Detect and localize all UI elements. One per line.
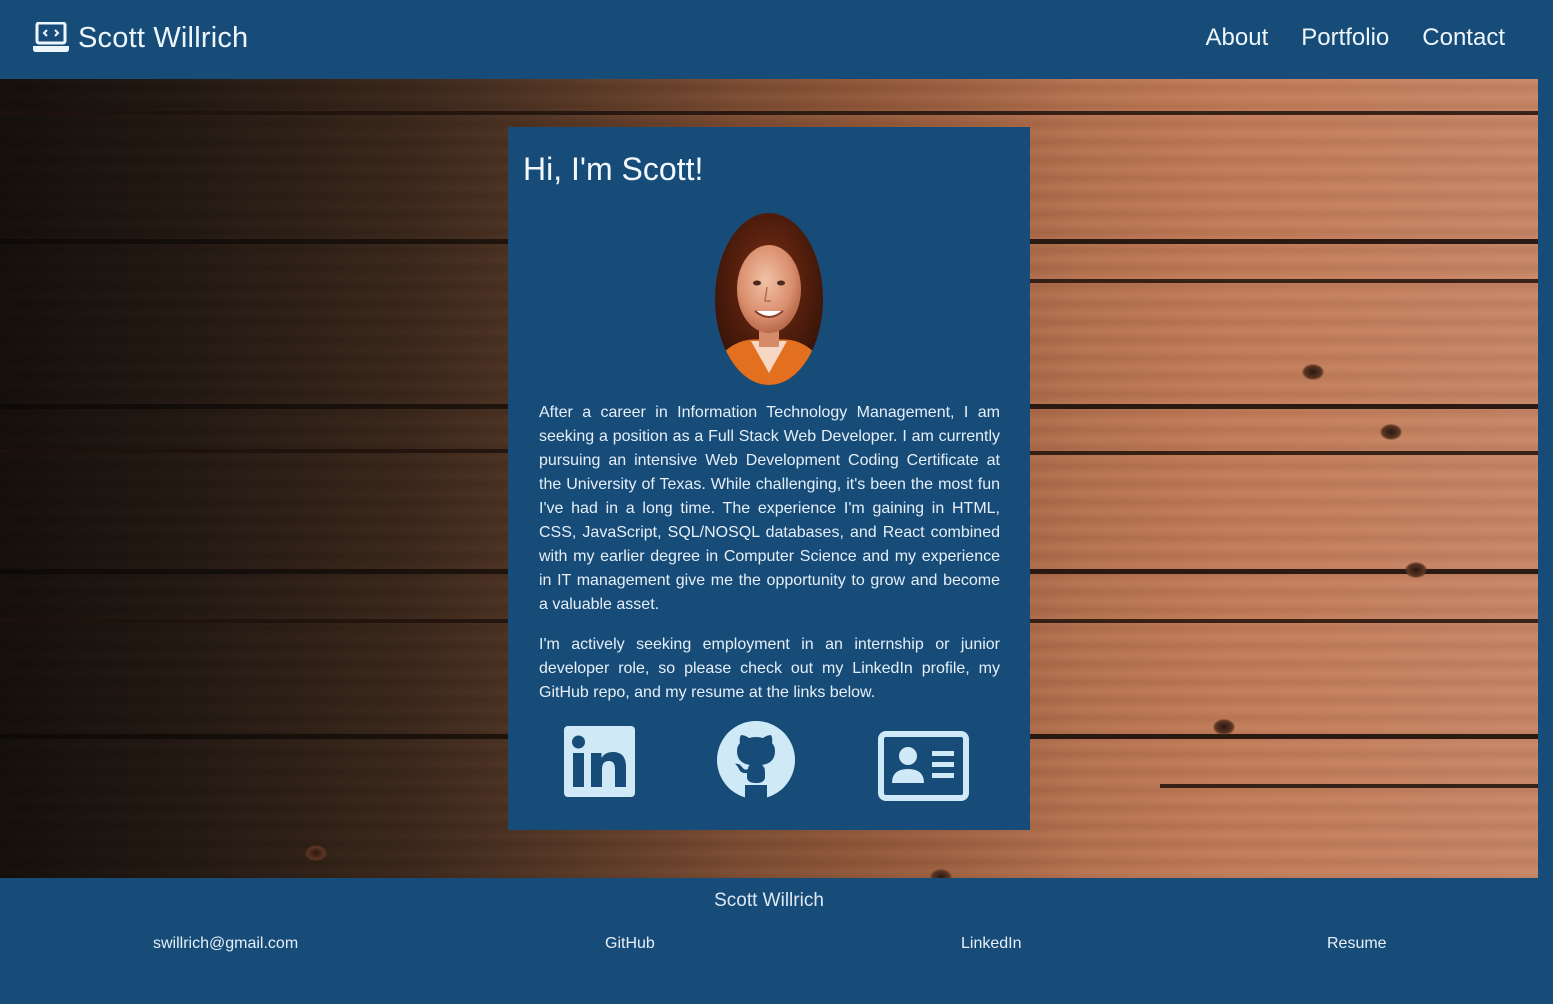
footer-github-link[interactable]: GitHub: [605, 935, 655, 953]
about-card: Hi, I'm Scott! After a career in Informa…: [508, 127, 1030, 830]
bio-paragraph: I'm actively seeking employment in an in…: [539, 636, 1000, 701]
footer-linkedin-link[interactable]: LinkedIn: [961, 935, 1022, 953]
profile-photo-image: [715, 213, 823, 385]
linkedin-link[interactable]: [564, 726, 635, 797]
bio-paragraph: After a career in Information Technology…: [539, 404, 1000, 613]
site-header: Scott Willrich About Portfolio Contact: [0, 0, 1553, 79]
github-link[interactable]: [717, 721, 795, 799]
social-links: [508, 721, 1030, 805]
nav-contact[interactable]: Contact: [1422, 24, 1505, 52]
footer-resume-link[interactable]: Resume: [1327, 935, 1387, 953]
linkedin-icon: [564, 726, 635, 797]
main-nav: About Portfolio Contact: [1206, 24, 1505, 52]
resume-card-icon: [878, 731, 969, 801]
github-icon: [717, 721, 795, 799]
footer-email-link[interactable]: swillrich@gmail.com: [153, 935, 298, 953]
brand-name: Scott Willrich: [78, 21, 249, 54]
resume-link[interactable]: [878, 731, 969, 801]
nav-about[interactable]: About: [1206, 24, 1269, 52]
bio-text: After a career in Information Technology…: [539, 401, 1000, 721]
brand[interactable]: Scott Willrich: [32, 18, 248, 58]
site-footer: Scott Willrich swillrich@gmail.com GitHu…: [0, 878, 1553, 1004]
page-title: Hi, I'm Scott!: [523, 151, 704, 187]
profile-photo: [715, 213, 823, 385]
laptop-code-icon: [33, 22, 69, 52]
nav-portfolio[interactable]: Portfolio: [1301, 24, 1389, 52]
footer-name: Scott Willrich: [714, 890, 824, 911]
